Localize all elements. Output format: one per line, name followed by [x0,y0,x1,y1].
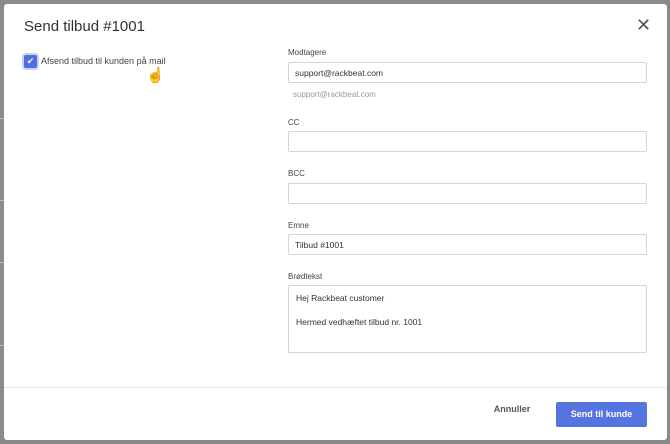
cancel-button[interactable]: Annuller [484,404,540,414]
bcc-input[interactable] [288,183,647,204]
send-by-mail-checkbox[interactable]: ✔ [24,55,37,68]
subject-label: Emne [288,221,309,230]
send-to-customer-button[interactable]: Send til kunde [556,402,647,427]
bcc-label: BCC [288,169,305,178]
dialog-title: Send tilbud #1001 [24,18,145,35]
close-icon[interactable]: ✕ [636,16,651,34]
recipients-label: Modtagere [288,48,327,57]
send-by-mail-label[interactable]: Afsend tilbud til kunden på mail [41,56,166,66]
footer-divider [4,387,667,388]
body-label: Brødtekst [288,272,323,281]
body-line: Hej Rackbeat customer [296,293,385,303]
subject-input[interactable] [288,234,647,255]
recipients-input[interactable] [288,62,647,83]
hand-cursor-icon: ☝ [146,67,165,84]
cc-input[interactable] [288,131,647,152]
body-textarea[interactable]: Hej Rackbeat customer Hermed vedhæftet t… [288,285,647,353]
send-quote-dialog: Send tilbud #1001 ✕ ✔ Afsend tilbud til … [4,4,667,440]
cc-label: CC [288,118,300,127]
recipients-suggestion[interactable]: support@rackbeat.com [293,90,376,99]
body-line: Hermed vedhæftet tilbud nr. 1001 [296,317,423,327]
